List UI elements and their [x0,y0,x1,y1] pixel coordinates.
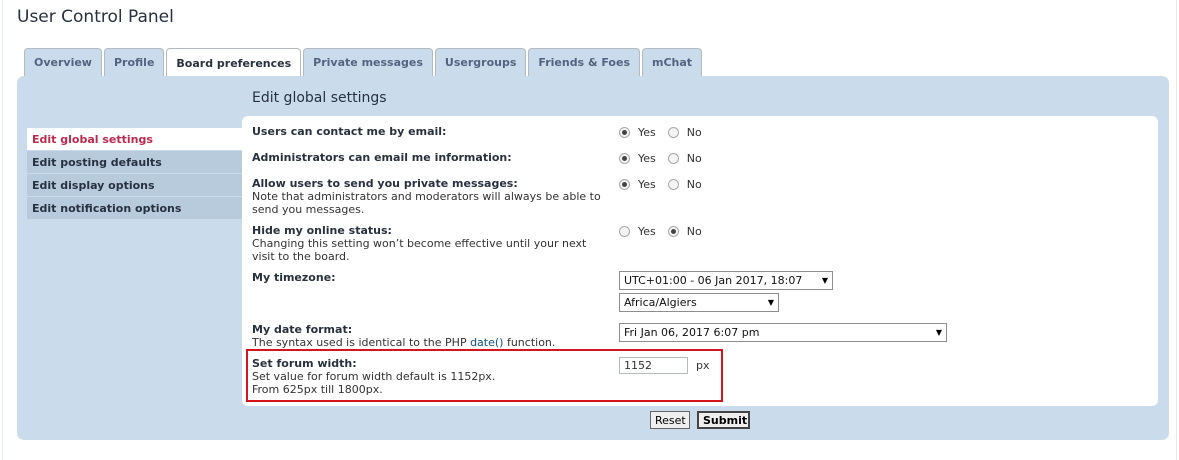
radio-label-yes: Yes [638,225,656,238]
timezone-zone-select[interactable]: Africa/Algiers ▼ [619,293,779,312]
allow-pm-yes-radio[interactable] [619,179,630,190]
reset-button[interactable]: Reset [650,411,690,429]
tab-usergroups[interactable]: Usergroups [434,48,527,76]
setting-explain: Note that administrators and moderators … [252,190,601,216]
select-value: Africa/Algiers [624,296,697,309]
tab-bar: Overview Profile Board preferences Priva… [24,48,704,77]
setting-forum-width: Set forum width: Set value for forum wid… [252,357,612,396]
setting-label: Allow users to send you private messages… [252,177,518,190]
setting-date-format: My date format: The syntax used is ident… [252,323,612,349]
setting-allow-pm: Allow users to send you private messages… [252,177,612,216]
chevron-down-icon: ▼ [821,276,828,285]
chevron-down-icon: ▼ [935,328,942,337]
chevron-down-icon: ▼ [767,298,774,307]
submit-button[interactable]: Submit [697,411,750,429]
tab-overview[interactable]: Overview [24,48,102,76]
explain-suffix: function. [503,336,556,349]
setting-label: Hide my online status: [252,224,392,237]
setting-explain: Changing this setting won’t become effec… [252,237,587,263]
sidebar-item-notification-options[interactable]: Edit notification options [27,197,242,219]
forum-width-input[interactable] [619,357,688,374]
section-title: Edit global settings [252,90,387,106]
tab-mchat[interactable]: mChat [642,48,703,76]
hide-online-radio-group: Yes No [619,225,714,238]
setting-admin-email: Administrators can email me information: [252,151,612,164]
radio-label-yes: Yes [638,152,656,165]
radio-label-no: No [686,152,702,165]
date-format-select[interactable]: Fri Jan 06, 2017 6:07 pm ▼ [619,323,947,342]
radio-label-yes: Yes [638,126,656,139]
setting-label: Users can contact me by email: [252,125,447,138]
radio-label-no: No [686,225,702,238]
sidebar-item-global-settings[interactable]: Edit global settings [27,128,242,150]
radio-label-no: No [686,126,702,139]
contact-email-yes-radio[interactable] [619,127,630,138]
forum-width-unit: px [696,359,710,372]
setting-explain-line1: Set value for forum width default is 115… [252,370,496,383]
radio-label-yes: Yes [638,178,656,191]
allow-pm-no-radio[interactable] [667,179,679,190]
tab-board-preferences[interactable]: Board preferences [166,48,302,77]
setting-label: Set forum width: [252,357,357,370]
setting-label: My date format: [252,323,353,336]
sidebar-item-posting-defaults[interactable]: Edit posting defaults [27,151,242,173]
timezone-offset-select[interactable]: UTC+01:00 - 06 Jan 2017, 18:07 ▼ [619,271,833,290]
admin-email-yes-radio[interactable] [619,153,630,164]
sidebar-nav: Edit global settings Edit posting defaul… [27,128,242,220]
allow-pm-radio-group: Yes No [619,178,714,191]
page-title: User Control Panel [17,7,174,27]
sidebar-item-display-options[interactable]: Edit display options [27,174,242,196]
hide-online-yes-radio[interactable] [619,226,630,237]
tab-private-messages[interactable]: Private messages [303,48,433,76]
hide-online-no-radio[interactable] [667,226,679,237]
setting-timezone: My timezone: [252,271,612,284]
setting-explain-line2: From 625px till 1800px. [252,383,383,396]
admin-email-radio-group: Yes No [619,152,714,165]
radio-label-no: No [686,178,702,191]
explain-prefix: The syntax used is identical to the PHP [252,336,471,349]
select-value: UTC+01:00 - 06 Jan 2017, 18:07 [624,274,803,287]
contact-email-no-radio[interactable] [667,127,679,138]
setting-explain: The syntax used is identical to the PHP … [252,336,612,349]
admin-email-no-radio[interactable] [667,153,679,164]
setting-contact-email: Users can contact me by email: [252,125,612,138]
tab-friends-foes[interactable]: Friends & Foes [528,48,640,76]
setting-label: My timezone: [252,271,336,284]
tab-profile[interactable]: Profile [103,48,165,76]
setting-hide-online: Hide my online status: Changing this set… [252,224,612,263]
setting-label: Administrators can email me information: [252,151,512,164]
contact-email-radio-group: Yes No [619,126,714,139]
php-date-link[interactable]: date() [470,336,503,349]
select-value: Fri Jan 06, 2017 6:07 pm [624,326,760,339]
